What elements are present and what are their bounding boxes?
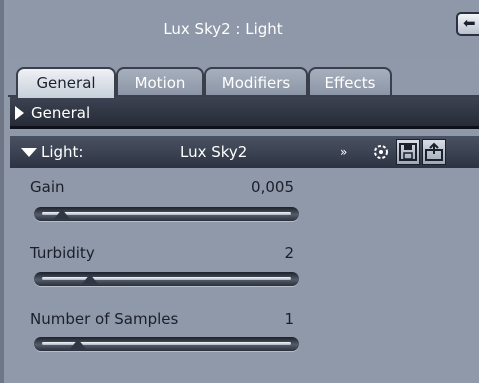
slider-thumb[interactable] [69, 339, 86, 349]
tab-effects[interactable]: Effects [308, 67, 392, 97]
turbidity-slider[interactable] [34, 272, 299, 286]
tab-general[interactable]: General [16, 67, 116, 98]
group-header-general[interactable]: General [10, 97, 479, 129]
group-header-label: General [31, 104, 91, 122]
window-title: Lux Sky2 : Light [163, 20, 283, 38]
slider-thumb[interactable] [53, 209, 70, 219]
tab-bar: General Motion Modifiers Effects [16, 67, 416, 98]
pin-button[interactable]: ⬅ [456, 12, 479, 36]
light-label: Light: [41, 143, 84, 161]
tab-modifiers[interactable]: Modifiers [204, 67, 308, 97]
slider-groove [42, 277, 291, 280]
title-bar: Lux Sky2 : Light [8, 0, 479, 58]
collapse-arrow-icon [21, 148, 37, 157]
samples-slider[interactable] [34, 337, 299, 351]
chevron-down-icon[interactable]: » [340, 136, 347, 168]
light-selector-bar[interactable]: Light: Lux Sky2 » [10, 136, 479, 168]
param-label-gain: Gain [30, 178, 65, 196]
light-properties-panel: Lux Sky2 : Light ⬅ General Motion Modifi… [0, 0, 479, 383]
pin-icon: ⬅ [463, 14, 476, 32]
light-name[interactable]: Lux Sky2 [180, 136, 247, 168]
load-icon[interactable] [422, 139, 446, 165]
param-label-turbidity: Turbidity [30, 244, 95, 262]
library-icon[interactable] [370, 140, 392, 164]
gain-slider[interactable] [34, 207, 299, 221]
expand-arrow-icon [15, 106, 24, 120]
tab-motion[interactable]: Motion [116, 67, 204, 97]
save-icon[interactable] [396, 139, 420, 165]
param-value-gain: 0,005 [251, 178, 294, 196]
slider-groove [42, 212, 291, 215]
slider-thumb[interactable] [81, 274, 98, 284]
param-value-turbidity: 2 [284, 244, 294, 262]
param-label-samples: Number of Samples [30, 310, 179, 328]
param-value-samples: 1 [284, 310, 294, 328]
